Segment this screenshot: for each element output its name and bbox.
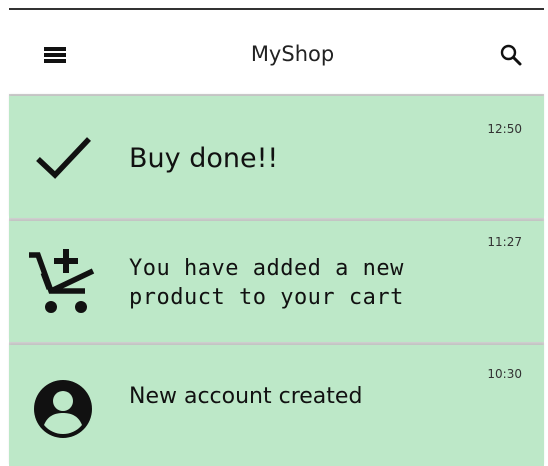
notification-card[interactable]: Buy done!! 12:50	[9, 96, 544, 218]
check-icon	[36, 137, 91, 179]
notification-message: Buy done!!	[129, 143, 279, 174]
notification-icon-wrapper	[27, 245, 99, 317]
notification-time: 10:30	[487, 367, 522, 381]
account-circle-icon	[34, 380, 92, 438]
notification-message-line-1: You have added a new	[129, 256, 404, 281]
app-title: MyShop	[250, 42, 335, 66]
add-shopping-cart-icon	[29, 249, 95, 313]
menu-button[interactable]	[38, 38, 72, 72]
notification-icon-wrapper	[27, 373, 99, 445]
notification-message: New account created	[129, 384, 363, 409]
notification-message-line-2: product to your cart	[129, 285, 404, 310]
notification-card[interactable]: You have added a new product to your car…	[9, 221, 544, 342]
menu-icon	[44, 47, 66, 63]
search-icon	[500, 44, 522, 66]
notification-time: 11:27	[487, 235, 522, 249]
notification-icon-wrapper	[27, 121, 99, 193]
notification-card[interactable]: New account created 10:30	[9, 345, 544, 466]
notification-time: 12:50	[487, 122, 522, 136]
app-window: MyShop Buy done!! 12:50 You have added a…	[0, 0, 548, 466]
search-button[interactable]	[494, 38, 528, 72]
